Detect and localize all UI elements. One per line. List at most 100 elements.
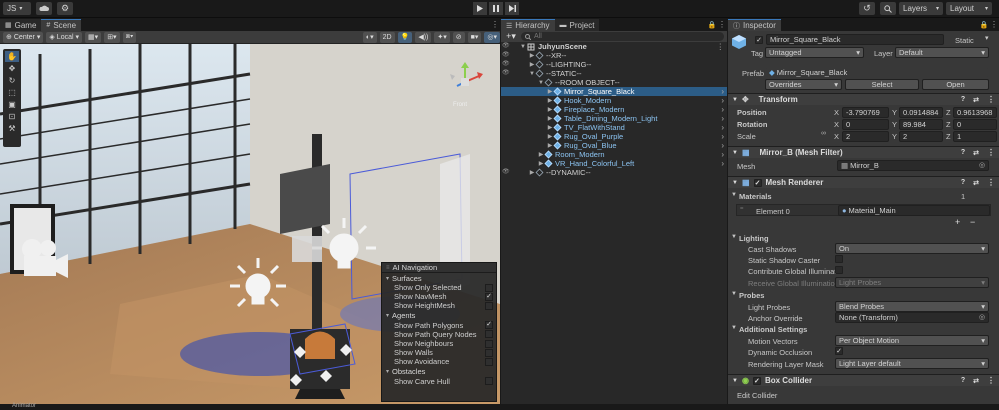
dynamic-occlusion-checkbox[interactable]: ✓ — [835, 347, 843, 355]
ai-nav-option[interactable]: Show Avoidance — [382, 357, 496, 366]
drag-handle-icon[interactable]: = — [740, 206, 744, 212]
eye-icon[interactable]: 👁 — [502, 168, 510, 175]
preset-icon[interactable]: ⇄ — [973, 179, 979, 187]
help-icon[interactable]: ? — [961, 377, 965, 384]
preset-icon[interactable]: ⇄ — [973, 96, 979, 104]
pause-button[interactable] — [489, 2, 503, 15]
add-element-icon[interactable]: + — [955, 217, 960, 227]
hidden-objects-toggle[interactable]: ⊘ — [452, 31, 465, 43]
chevron-down-icon[interactable]: ▼ — [731, 192, 737, 198]
snap-increment-button[interactable]: ⊞▾ — [104, 31, 120, 43]
ai-nav-option[interactable]: Show Walls — [382, 348, 496, 357]
step-button[interactable] — [505, 2, 519, 15]
more-options-icon[interactable]: ⋮ — [717, 20, 727, 29]
remove-element-icon[interactable]: − — [970, 217, 975, 227]
ai-nav-option-checkbox[interactable] — [485, 339, 493, 348]
hierarchy-item[interactable]: ▶ Hook_Modern › — [511, 96, 727, 105]
eye-icon[interactable]: 👁 — [502, 42, 510, 49]
link-icon[interactable]: ∞ — [821, 130, 826, 137]
scale-tool-icon[interactable]: ⬚ — [5, 87, 19, 98]
hand-tool-icon[interactable]: ✋ — [5, 51, 19, 62]
scale-y[interactable]: 2 — [899, 131, 943, 142]
eye-icon[interactable]: 👁 — [502, 69, 510, 76]
prefab-asset-field[interactable]: ◆ Mirror_Square_Black — [765, 67, 989, 78]
hierarchy-item[interactable]: ▼ JuhyunScene ⋮ — [511, 42, 727, 51]
lighting-toggle[interactable]: 💡 — [397, 31, 413, 43]
ai-nav-section-surfaces[interactable]: ▾ Surfaces — [382, 273, 496, 283]
mesh-field[interactable]: ▦ Mirror_B — [837, 160, 989, 171]
more-options-icon[interactable]: ⋮ — [987, 95, 995, 104]
layers-dropdown[interactable]: Layers ▾ — [899, 2, 943, 15]
scale-z[interactable]: 1 — [953, 131, 997, 142]
select-prefab-button[interactable]: Select — [845, 79, 919, 90]
rendering-layer-mask-dropdown[interactable]: Light Layer default ▾ — [835, 358, 989, 369]
tab-inspector[interactable]: ⓘ Inspector — [728, 19, 781, 31]
more-options-icon[interactable]: ⋮ — [987, 178, 995, 187]
active-checkbox[interactable]: ✓ — [755, 36, 763, 44]
grid-snap-button[interactable]: ▦▾ — [85, 31, 102, 43]
hierarchy-item[interactable]: ▼ --STATIC-- — [511, 69, 727, 78]
hierarchy-item[interactable]: ▶ --LIGHTING-- — [511, 60, 727, 69]
more-options-icon[interactable]: ⋮ — [717, 42, 725, 51]
hierarchy-item[interactable]: ▶ Rug_Oval_Purple › — [511, 132, 727, 141]
rotation-y[interactable]: 89.984 — [899, 119, 943, 130]
object-picker-icon[interactable]: ◎ — [979, 313, 985, 321]
mesh-renderer-header[interactable]: ▼ ▦ ✓ Mesh Renderer ? ⇄ ⋮ — [728, 176, 999, 188]
position-z[interactable]: 0.9613968 — [953, 107, 997, 118]
scale-x[interactable]: 2 — [842, 131, 889, 142]
material-field[interactable]: ● Material_Main — [838, 205, 990, 216]
custom-tool-icon[interactable]: ⚒ — [5, 123, 19, 134]
light-probes-dropdown[interactable]: Blend Probes ▾ — [835, 301, 989, 312]
rotation-x[interactable]: 0 — [842, 119, 889, 130]
cloud-button[interactable] — [36, 2, 52, 15]
chevron-down-icon[interactable]: ▼ — [731, 325, 737, 331]
ai-nav-option[interactable]: Show Neighbours — [382, 339, 496, 348]
lock-icon[interactable]: 🔒 — [979, 21, 989, 29]
more-options-icon[interactable]: ⋮ — [987, 376, 995, 385]
open-prefab-arrow-icon[interactable]: › — [721, 123, 724, 132]
chevron-down-icon[interactable]: ▼ — [731, 291, 737, 297]
ai-nav-option-checkbox[interactable] — [485, 301, 493, 310]
open-prefab-arrow-icon[interactable]: › — [721, 132, 724, 141]
account-button[interactable]: JS ▾ — [3, 2, 31, 15]
preset-icon[interactable]: ⇄ — [973, 149, 979, 157]
cast-shadows-dropdown[interactable]: On ▾ — [835, 243, 989, 254]
mesh-filter-header[interactable]: ▼ ▦ Mirror_B (Mesh Filter) ? ⇄ ⋮ — [728, 146, 999, 158]
open-prefab-arrow-icon[interactable]: › — [721, 150, 724, 159]
preset-icon[interactable]: ⇄ — [973, 377, 979, 385]
rect-tool-icon[interactable]: ▣ — [5, 99, 19, 110]
tab-project[interactable]: ▬ Project — [554, 19, 600, 31]
ai-nav-option[interactable]: Show NavMesh ✓ — [382, 292, 496, 301]
shading-mode-button[interactable]: ◐▾ — [362, 31, 377, 43]
static-dropdown-icon[interactable]: ▾ — [985, 34, 989, 42]
orientation-gizmo[interactable]: Front — [445, 62, 485, 110]
hierarchy-item[interactable]: ▶ TV_FlatWithStand › — [511, 123, 727, 132]
hierarchy-item[interactable]: ▶ Mirror_Square_Black › — [501, 87, 727, 96]
object-picker-icon[interactable]: ◎ — [979, 161, 985, 169]
hierarchy-item[interactable]: ▶ VR_Hand_Colorful_Left › — [511, 159, 727, 168]
ai-nav-option[interactable]: Show Path Query Nodes — [382, 330, 496, 339]
chevron-down-icon[interactable]: ▼ — [731, 234, 737, 240]
static-shadow-caster-checkbox[interactable] — [835, 255, 843, 263]
camera-settings-button[interactable]: ■▾ — [467, 31, 482, 43]
ai-nav-option-checkbox[interactable] — [485, 348, 493, 357]
tag-dropdown[interactable]: Untagged ▾ — [765, 47, 864, 58]
ai-nav-option[interactable]: Show Path Polygons ✓ — [382, 321, 496, 330]
ai-nav-section-obstacles[interactable]: ▾ Obstacles — [382, 367, 496, 377]
anchor-override-field[interactable]: None (Transform) — [835, 312, 989, 323]
ai-nav-option[interactable]: Show HeightMesh — [382, 301, 496, 310]
rotation-z[interactable]: 0 — [953, 119, 997, 130]
hierarchy-item[interactable]: ▼ --ROOM OBJECT-- — [511, 78, 727, 87]
more-options-icon[interactable]: ⋮ — [987, 148, 995, 157]
transform-tool-icon[interactable]: ⊡ — [5, 111, 19, 122]
open-prefab-button[interactable]: Open — [922, 79, 989, 90]
ai-navigation-header[interactable]: ≡ AI Navigation — [382, 263, 496, 273]
open-prefab-arrow-icon[interactable]: › — [721, 141, 724, 150]
hierarchy-item[interactable]: ▶ Rug_Oval_Blue › — [511, 141, 727, 150]
hierarchy-item[interactable]: ▶ --XR-- — [511, 51, 727, 60]
expand-down-icon[interactable]: ▼ — [519, 44, 527, 50]
open-prefab-arrow-icon[interactable]: › — [721, 114, 724, 123]
search-button[interactable] — [880, 2, 896, 15]
ai-nav-option[interactable]: Show Carve Hull — [382, 377, 496, 386]
eye-icon[interactable]: 👁 — [502, 60, 510, 67]
